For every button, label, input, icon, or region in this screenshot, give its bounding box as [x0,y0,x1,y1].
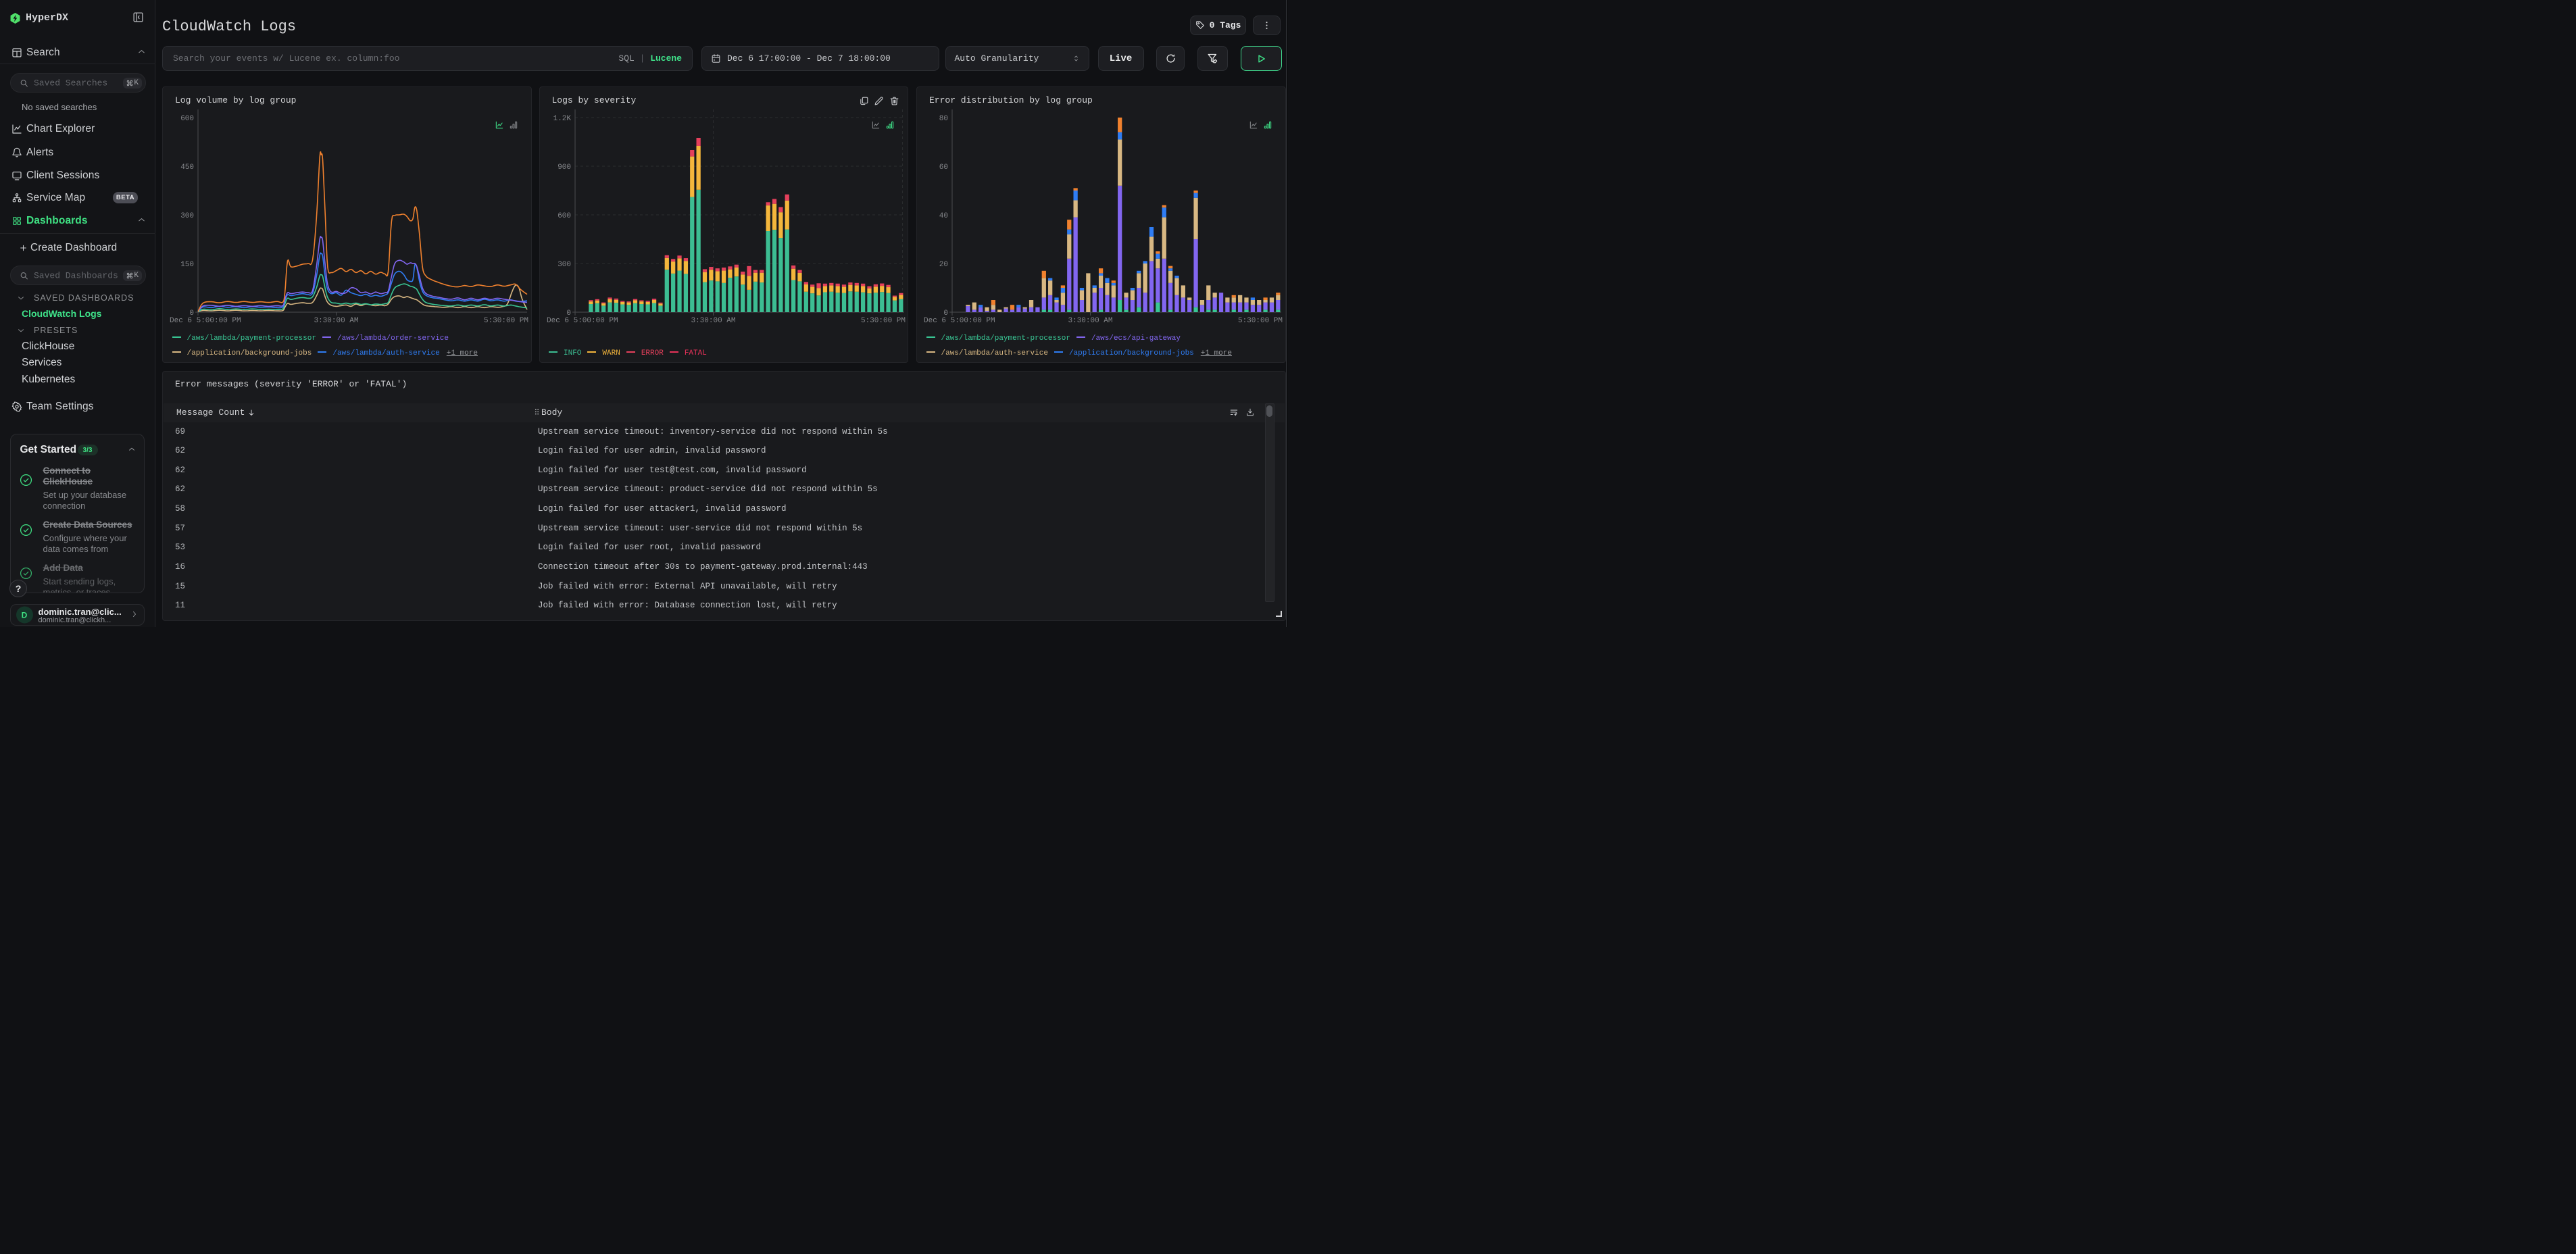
svg-text:600: 600 [180,115,194,123]
svg-text:900: 900 [558,164,571,172]
svg-text:60: 60 [939,164,948,172]
svg-text:5:30:00 PM: 5:30:00 PM [1238,317,1283,325]
svg-text:Dec 6 5:00:00 PM: Dec 6 5:00:00 PM [924,317,995,325]
svg-text:600: 600 [558,212,571,220]
svg-text:3:30:00 AM: 3:30:00 AM [314,317,358,325]
svg-text:5:30:00 PM: 5:30:00 PM [860,317,905,325]
svg-text:1.2K: 1.2K [553,115,571,123]
svg-text:80: 80 [939,115,948,123]
svg-text:3:30:00 AM: 3:30:00 AM [1068,317,1112,325]
svg-text:450: 450 [180,164,194,172]
svg-text:5:30:00 PM: 5:30:00 PM [484,317,528,325]
svg-text:Dec 6 5:00:00 PM: Dec 6 5:00:00 PM [170,317,241,325]
svg-text:300: 300 [558,261,571,269]
svg-text:Dec 6 5:00:00 PM: Dec 6 5:00:00 PM [547,317,618,325]
svg-text:300: 300 [180,212,194,220]
svg-text:20: 20 [939,261,948,269]
svg-text:40: 40 [939,212,948,220]
svg-text:3:30:00 AM: 3:30:00 AM [691,317,735,325]
svg-text:150: 150 [180,261,194,269]
